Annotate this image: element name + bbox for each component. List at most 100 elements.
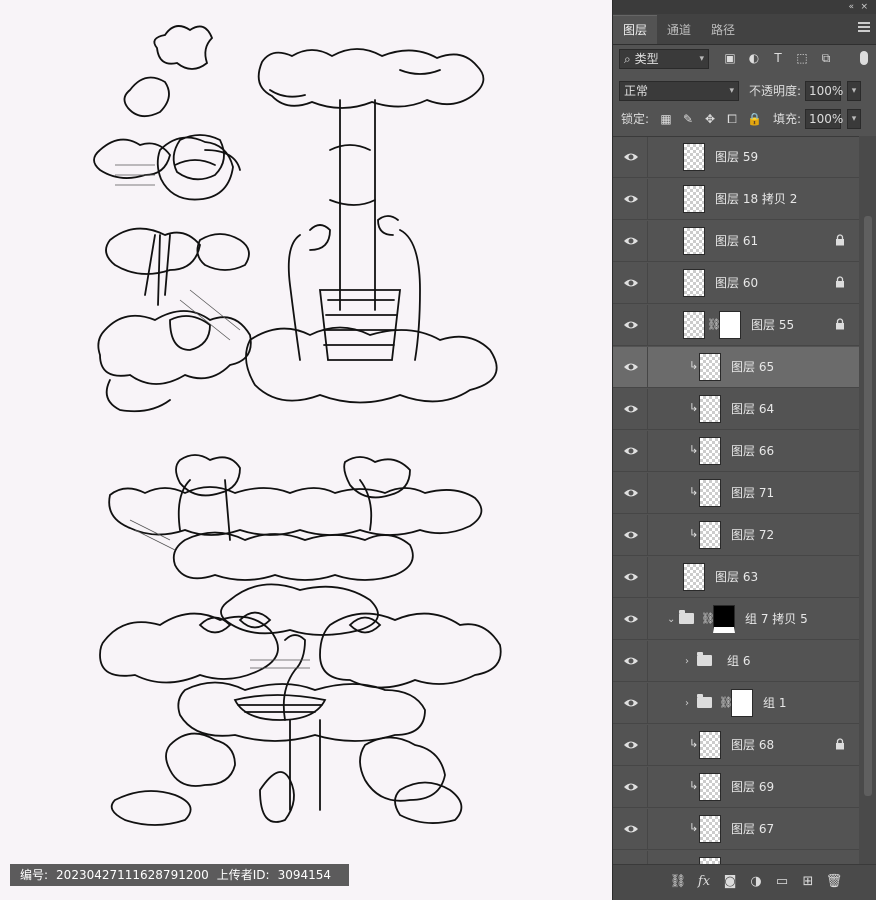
tab-paths[interactable]: 路径: [701, 16, 745, 44]
blend-mode-value: 正常: [624, 84, 649, 98]
adjustment-icon[interactable]: ◑: [747, 873, 765, 891]
chevron-down-icon[interactable]: ⌄: [667, 599, 675, 640]
eye-icon[interactable]: [623, 149, 639, 165]
eye-icon[interactable]: [623, 485, 639, 501]
eye-icon[interactable]: [623, 191, 639, 207]
clipping-mask-icon: ↳: [689, 737, 699, 750]
link-icon[interactable]: ⛓: [669, 873, 687, 891]
chevron-right-icon[interactable]: ›: [685, 683, 689, 724]
visibility-divider: [647, 557, 648, 597]
layer-thumbnail: [699, 395, 721, 423]
visibility-divider: [647, 473, 648, 513]
layer-mask-thumbnail[interactable]: [713, 605, 735, 633]
eye-icon[interactable]: [623, 779, 639, 795]
layer-name: 图层 65: [731, 360, 775, 374]
layers-bottom-toolbar: ⛓ fx ◙ ◑ ▭ ⊞ 🗑: [613, 864, 876, 900]
filter-shape-icon[interactable]: ⬚: [795, 51, 809, 65]
tab-layers[interactable]: 图层: [613, 15, 658, 44]
new-layer-icon[interactable]: ⊞: [799, 873, 817, 891]
layer-row[interactable]: 图层 60: [613, 263, 859, 304]
layer-name: 图层 59: [715, 150, 759, 164]
layer-name: 组 7 拷贝 5: [745, 612, 808, 626]
layers-list: 图层 59 图层 18 拷贝 2 图层 61 图层 60 ⛓ 图层 55 ↳ 图层 65 ↳ 图层…: [613, 136, 859, 865]
eye-icon[interactable]: [623, 359, 639, 375]
layer-thumbnail: [699, 773, 721, 801]
layer-row[interactable]: ↳ 图层 68: [613, 725, 859, 766]
layer-row[interactable]: ↳ 图层 71: [613, 473, 859, 514]
panel-menu-icon[interactable]: [858, 22, 870, 32]
eye-icon[interactable]: [623, 527, 639, 543]
layer-row[interactable]: ↳ 图层 72: [613, 515, 859, 556]
close-panel-icon[interactable]: ×: [860, 0, 868, 14]
trash-icon[interactable]: 🗑: [825, 873, 843, 891]
layer-row[interactable]: ↳ 图层 64: [613, 389, 859, 430]
eye-icon[interactable]: [623, 569, 639, 585]
opacity-input[interactable]: 100%: [805, 81, 843, 101]
layer-row[interactable]: › 组 6: [613, 641, 859, 682]
layer-name: 组 1: [763, 696, 787, 710]
layer-thumbnail: [683, 563, 705, 591]
layer-row[interactable]: ↳ 图层 65: [613, 347, 859, 388]
filter-smartobject-icon[interactable]: ⧉: [819, 51, 833, 65]
layer-row[interactable]: ↳ 图层 67: [613, 809, 859, 850]
caption-uploader-value: 3094154: [277, 868, 332, 882]
chevron-right-icon[interactable]: ›: [685, 641, 689, 682]
tab-channels[interactable]: 通道: [657, 16, 701, 44]
layer-mask-thumbnail[interactable]: [719, 311, 741, 339]
layer-row[interactable]: 图层 18 拷贝 2: [613, 179, 859, 220]
fill-chevron-icon[interactable]: ▾: [847, 109, 861, 129]
eye-icon[interactable]: [623, 317, 639, 333]
visibility-divider: [647, 725, 648, 765]
eye-icon[interactable]: [623, 821, 639, 837]
layer-row[interactable]: ↳图层 73: [613, 851, 859, 865]
eye-icon[interactable]: [623, 695, 639, 711]
filter-type-icon[interactable]: T: [771, 51, 785, 65]
lock-artboard-icon[interactable]: ⧠: [725, 112, 739, 126]
lock-position-icon[interactable]: ✥: [703, 112, 717, 126]
eye-icon[interactable]: [623, 275, 639, 291]
layer-row[interactable]: ⌄ ⛓ 组 7 拷贝 5: [613, 599, 859, 640]
filter-adjustment-icon[interactable]: ◐: [747, 51, 761, 65]
clipping-mask-icon: ↳: [689, 821, 699, 834]
layers-scrollbar[interactable]: [859, 136, 876, 864]
layer-mask-thumbnail[interactable]: [731, 689, 753, 717]
eye-icon[interactable]: [623, 611, 639, 627]
layer-row[interactable]: 图层 61: [613, 221, 859, 262]
layers-panel: « × 图层 通道 路径 ⌕ 类型 ▾ ▣ ◐ T ⬚ ⧉ 正常 ▾ 不透明度:…: [612, 0, 876, 900]
lock-transparent-icon[interactable]: ▦: [659, 112, 673, 126]
layer-row[interactable]: ↳ 图层 69: [613, 767, 859, 808]
blend-mode-select[interactable]: 正常 ▾: [619, 81, 739, 101]
eye-icon[interactable]: [623, 233, 639, 249]
lock-brush-icon[interactable]: ✎: [681, 112, 695, 126]
opacity-label: 不透明度:: [749, 84, 802, 98]
mask-icon[interactable]: ◙: [721, 873, 739, 891]
lock-icon: [836, 234, 844, 246]
lock-row: 锁定: ▦ ✎ ✥ ⧠ 🔒 填充: 100% ▾: [613, 105, 876, 133]
filter-toggle-icon[interactable]: [860, 51, 868, 65]
eye-icon[interactable]: [623, 401, 639, 417]
layer-thumbnail: [699, 815, 721, 843]
layer-row[interactable]: ⛓ 图层 55: [613, 305, 859, 346]
fx-icon[interactable]: fx: [695, 873, 713, 891]
eye-icon[interactable]: [623, 443, 639, 459]
clipping-mask-icon: ↳: [689, 527, 699, 540]
scrollbar-thumb[interactable]: [864, 216, 872, 796]
collapse-icon[interactable]: «: [848, 0, 854, 14]
lock-all-icon[interactable]: 🔒: [747, 112, 762, 126]
layer-row[interactable]: › ⛓ 组 1: [613, 683, 859, 724]
eye-icon[interactable]: [623, 737, 639, 753]
layer-thumbnail: [683, 143, 705, 171]
filter-pixel-icon[interactable]: ▣: [723, 51, 737, 65]
visibility-divider: [647, 263, 648, 303]
layer-row[interactable]: 图层 59: [613, 137, 859, 178]
fill-input[interactable]: 100%: [805, 109, 843, 129]
filter-kind-select[interactable]: ⌕ 类型 ▾: [619, 49, 709, 69]
layer-name: 图层 64: [731, 402, 775, 416]
eye-icon[interactable]: [623, 653, 639, 669]
layer-row[interactable]: 图层 63: [613, 557, 859, 598]
document-canvas[interactable]: 编号: 20230427111628791200 上传者ID: 3094154: [0, 0, 612, 900]
folder-icon[interactable]: ▭: [773, 873, 791, 891]
opacity-chevron-icon[interactable]: ▾: [847, 81, 861, 101]
layer-row[interactable]: ↳ 图层 66: [613, 431, 859, 472]
visibility-divider: [647, 683, 648, 723]
